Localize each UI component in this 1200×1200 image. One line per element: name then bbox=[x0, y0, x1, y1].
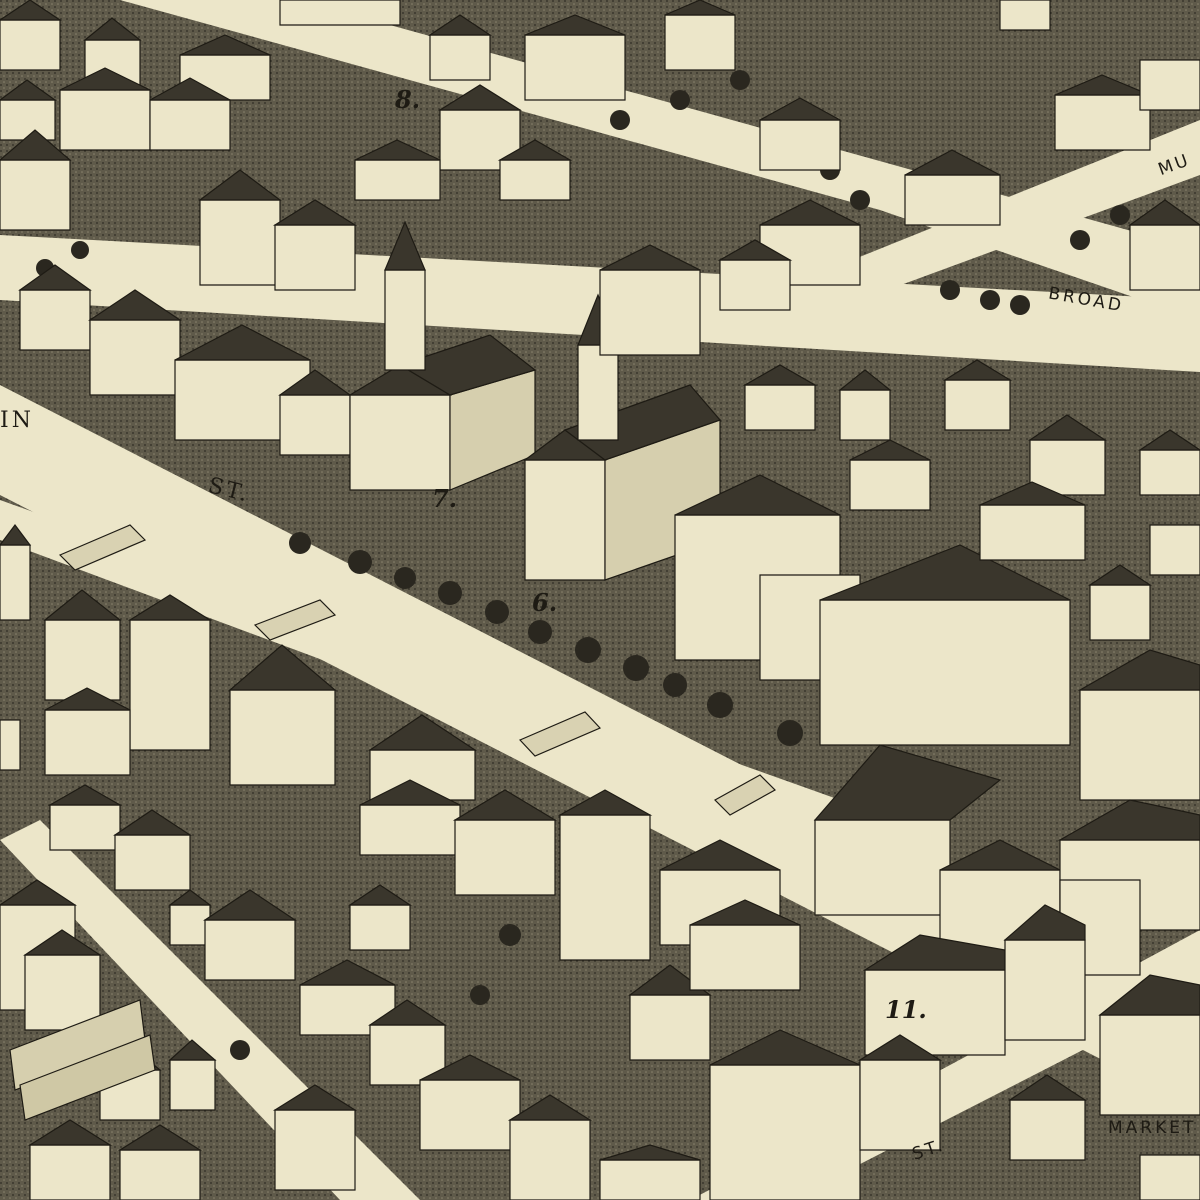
house bbox=[999, 0, 1051, 31]
tree bbox=[730, 70, 750, 90]
tree bbox=[980, 290, 1000, 310]
house bbox=[557, 789, 653, 961]
tree bbox=[499, 924, 521, 946]
tree bbox=[575, 637, 601, 663]
house bbox=[279, 0, 401, 26]
tree bbox=[71, 241, 89, 259]
tree bbox=[1110, 205, 1130, 225]
tree bbox=[670, 90, 690, 110]
tree bbox=[289, 532, 311, 554]
tree bbox=[707, 692, 733, 718]
tree bbox=[485, 600, 509, 624]
tree bbox=[777, 720, 803, 746]
tree bbox=[1010, 295, 1030, 315]
bird-eye-map: IN ST. BROAD MU MARKET ST. 8. 7. 6. 11. bbox=[0, 0, 1200, 1200]
tree bbox=[850, 190, 870, 210]
tree bbox=[394, 567, 416, 589]
map-illustration bbox=[0, 0, 1200, 1200]
tree bbox=[940, 280, 960, 300]
house bbox=[127, 594, 213, 751]
house bbox=[1139, 59, 1200, 111]
tree bbox=[230, 1040, 250, 1060]
commercial-block bbox=[709, 1029, 861, 1200]
tree bbox=[663, 673, 687, 697]
house bbox=[0, 719, 21, 771]
house bbox=[1149, 524, 1200, 576]
tree bbox=[438, 581, 462, 605]
tree bbox=[470, 985, 490, 1005]
tree bbox=[610, 110, 630, 130]
house bbox=[664, 0, 736, 71]
tree bbox=[623, 655, 649, 681]
house bbox=[1139, 1154, 1200, 1200]
house bbox=[0, 524, 32, 621]
commercial-block bbox=[857, 1034, 943, 1151]
tree bbox=[348, 550, 372, 574]
tree bbox=[1070, 230, 1090, 250]
tree bbox=[528, 620, 552, 644]
